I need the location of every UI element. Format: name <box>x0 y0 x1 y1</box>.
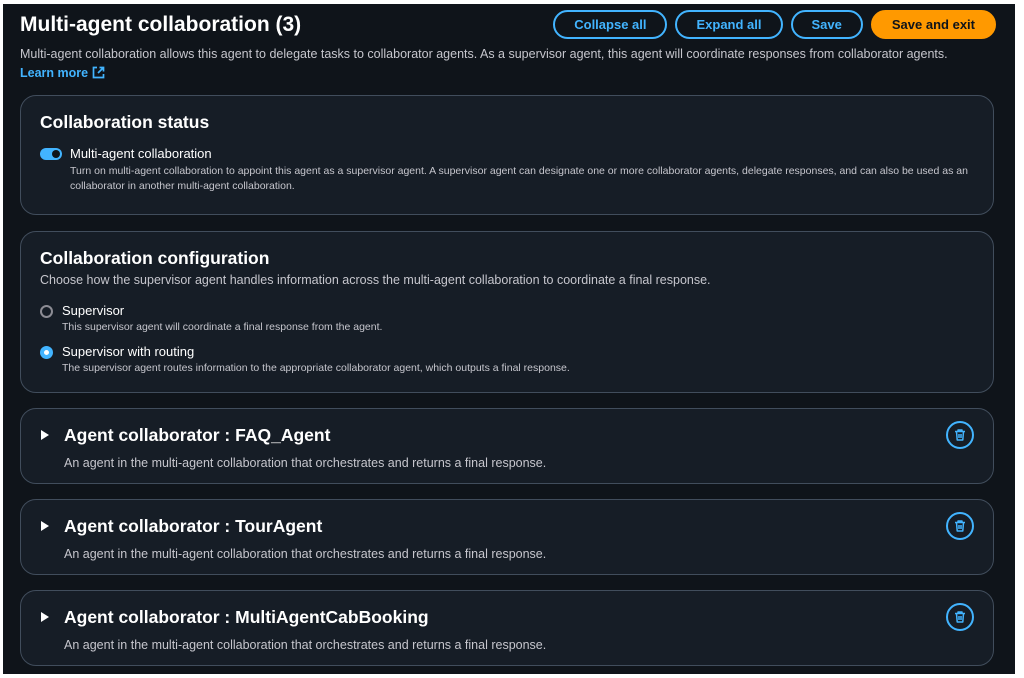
collaboration-configuration-description: Choose how the supervisor agent handles … <box>40 273 711 287</box>
radio-option-supervisor[interactable]: Supervisor This supervisor agent will co… <box>40 303 980 337</box>
save-and-exit-button[interactable]: Save and exit <box>870 10 996 39</box>
app-frame: Multi-agent collaboration (3) Collapse a… <box>3 4 1015 674</box>
page-description: Multi-agent collaboration allows this ag… <box>20 45 980 83</box>
agent-collaborator-description: An agent in the multi-agent collaboratio… <box>64 638 547 652</box>
radio-supervisor-label: Supervisor <box>62 303 125 318</box>
caret-right-icon[interactable] <box>41 612 49 622</box>
radio-supervisor[interactable] <box>40 305 53 318</box>
trash-icon <box>955 520 965 532</box>
page-description-text: Multi-agent collaboration allows this ag… <box>20 47 948 61</box>
agent-collaborator-panel: Agent collaborator : MultiAgentCabBookin… <box>20 590 994 666</box>
delete-collaborator-button[interactable] <box>946 421 974 449</box>
collaboration-configuration-panel: Collaboration configuration Choose how t… <box>20 231 994 393</box>
learn-more-link[interactable]: Learn more <box>20 66 105 80</box>
agent-collaborator-description: An agent in the multi-agent collaboratio… <box>64 547 547 561</box>
collaboration-status-panel: Collaboration status Multi-agent collabo… <box>20 95 994 215</box>
page-title: Multi-agent collaboration (3) <box>20 13 302 36</box>
agent-collaborator-title[interactable]: Agent collaborator : MultiAgentCabBookin… <box>64 607 429 628</box>
trash-icon <box>955 611 965 623</box>
toggle-knob <box>52 150 60 158</box>
caret-right-icon[interactable] <box>41 521 49 531</box>
caret-right-icon[interactable] <box>41 430 49 440</box>
radio-supervisor-with-routing[interactable] <box>40 346 53 359</box>
learn-more-label: Learn more <box>20 66 89 80</box>
expand-all-button[interactable]: Expand all <box>675 10 783 39</box>
collapse-all-button[interactable]: Collapse all <box>553 10 668 39</box>
agent-collaborator-title[interactable]: Agent collaborator : TourAgent <box>64 516 322 537</box>
collaboration-status-heading: Collaboration status <box>40 112 210 132</box>
agent-collaborator-title[interactable]: Agent collaborator : FAQ_Agent <box>64 425 330 446</box>
radio-option-supervisor-with-routing[interactable]: Supervisor with routing The supervisor a… <box>40 344 980 378</box>
external-link-icon <box>92 66 105 79</box>
agent-collaborator-description: An agent in the multi-agent collaboratio… <box>64 456 547 470</box>
multi-agent-toggle-label: Multi-agent collaboration <box>70 146 212 161</box>
delete-collaborator-button[interactable] <box>946 603 974 631</box>
radio-supervisor-description: This supervisor agent will coordinate a … <box>62 321 383 333</box>
radio-supervisor-with-routing-label: Supervisor with routing <box>62 344 195 359</box>
multi-agent-toggle-description: Turn on multi-agent collaboration to app… <box>70 165 968 192</box>
radio-supervisor-with-routing-description: The supervisor agent routes information … <box>62 362 570 374</box>
agent-collaborator-panel: Agent collaborator : FAQ_Agent An agent … <box>20 408 994 484</box>
header-actions: Collapse all Expand all Save Save and ex… <box>553 10 996 39</box>
agent-collaborator-panel: Agent collaborator : TourAgent An agent … <box>20 499 994 575</box>
save-button[interactable]: Save <box>790 10 863 39</box>
trash-icon <box>955 429 965 441</box>
toggle-switch-icon[interactable] <box>40 148 62 160</box>
collaboration-configuration-heading: Collaboration configuration <box>40 248 270 268</box>
delete-collaborator-button[interactable] <box>946 512 974 540</box>
